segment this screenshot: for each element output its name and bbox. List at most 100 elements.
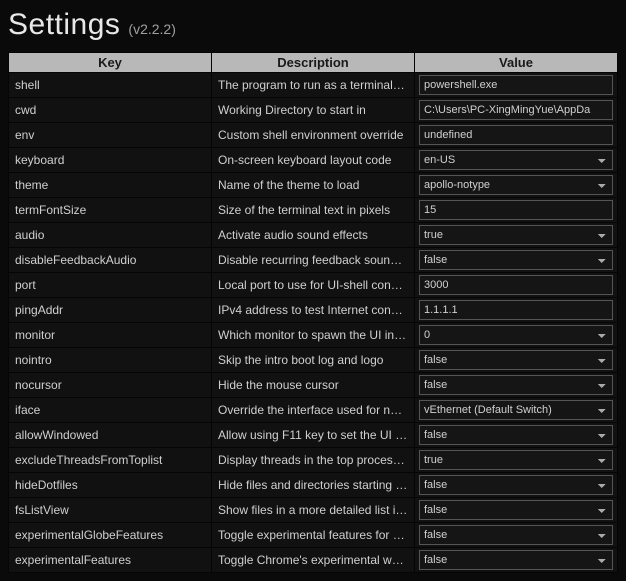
setting-key: env [9,123,212,148]
setting-value-cell: true [415,448,618,473]
setting-description: Disable recurring feedback sound FX (inp… [212,248,415,273]
setting-key: allowWindowed [9,423,212,448]
table-row: ifaceOverride the interface used for net… [9,398,618,423]
table-row: envCustom shell environment override [9,123,618,148]
setting-value-cell [415,73,618,98]
setting-select-audio[interactable]: true [419,225,613,245]
settings-table: Key Description Value shellThe program t… [8,52,618,573]
setting-select-theme[interactable]: apollo-notype [419,175,613,195]
setting-key: fsListView [9,498,212,523]
setting-value-cell [415,273,618,298]
col-description: Description [212,53,415,73]
setting-select-hideDotfiles[interactable]: false [419,475,613,495]
setting-select-fsListView[interactable]: false [419,500,613,520]
setting-value-cell: en-US [415,148,618,173]
table-row: themeName of the theme to loadapollo-not… [9,173,618,198]
table-row: experimentalGlobeFeaturesToggle experime… [9,523,618,548]
table-row: experimentalFeaturesToggle Chrome's expe… [9,548,618,573]
table-row: pingAddrIPv4 address to test Internet co… [9,298,618,323]
setting-description: Show files in a more detailed list inste… [212,498,415,523]
table-row: fsListViewShow files in a more detailed … [9,498,618,523]
setting-key: monitor [9,323,212,348]
table-row: nocursorHide the mouse cursorfalse [9,373,618,398]
setting-key: disableFeedbackAudio [9,248,212,273]
setting-input-pingAddr[interactable] [419,300,613,320]
setting-value-cell: vEthernet (Default Switch) [415,398,618,423]
setting-select-keyboard[interactable]: en-US [419,150,613,170]
table-row: excludeThreadsFromToplistDisplay threads… [9,448,618,473]
table-row: shellThe program to run as a terminal em… [9,73,618,98]
table-row: allowWindowedAllow using F11 key to set … [9,423,618,448]
page-header: Settings (v2.2.2) [8,8,618,42]
setting-select-disableFeedbackAudio[interactable]: false [419,250,613,270]
setting-select-allowWindowed[interactable]: false [419,425,613,445]
setting-value-cell: false [415,373,618,398]
setting-description: Working Directory to start in [212,98,415,123]
setting-value-cell [415,198,618,223]
setting-description: Display threads in the top processes lis… [212,448,415,473]
setting-value-cell: apollo-notype [415,173,618,198]
setting-select-iface[interactable]: vEthernet (Default Switch) [419,400,613,420]
setting-key: hideDotfiles [9,473,212,498]
setting-input-shell[interactable] [419,75,613,95]
setting-value-cell: false [415,248,618,273]
setting-key: iface [9,398,212,423]
setting-value-cell: false [415,498,618,523]
setting-description: The program to run as a terminal emulato… [212,73,415,98]
setting-description: On-screen keyboard layout code [212,148,415,173]
setting-select-excludeThreadsFromToplist[interactable]: true [419,450,613,470]
setting-key: audio [9,223,212,248]
setting-description: IPv4 address to test Internet connectivi… [212,298,415,323]
setting-value-cell: false [415,548,618,573]
setting-key: cwd [9,98,212,123]
setting-select-monitor[interactable]: 0 [419,325,613,345]
setting-description: Name of the theme to load [212,173,415,198]
setting-input-port[interactable] [419,275,613,295]
setting-description: Hide files and directories starting with… [212,473,415,498]
version-label: (v2.2.2) [128,21,175,37]
setting-description: Which monitor to spawn the UI in (defaul… [212,323,415,348]
setting-select-nointro[interactable]: false [419,350,613,370]
table-row: monitorWhich monitor to spawn the UI in … [9,323,618,348]
table-row: portLocal port to use for UI-shell conne… [9,273,618,298]
setting-key: excludeThreadsFromToplist [9,448,212,473]
setting-value-cell: true [415,223,618,248]
col-value: Value [415,53,618,73]
table-row: hideDotfilesHide files and directories s… [9,473,618,498]
table-row: cwdWorking Directory to start in [9,98,618,123]
setting-value-cell [415,123,618,148]
setting-value-cell: false [415,348,618,373]
setting-key: experimentalFeatures [9,548,212,573]
setting-key: experimentalGlobeFeatures [9,523,212,548]
setting-description: Allow using F11 key to set the UI in win… [212,423,415,448]
setting-description: Activate audio sound effects [212,223,415,248]
setting-key: termFontSize [9,198,212,223]
setting-description: Size of the terminal text in pixels [212,198,415,223]
setting-description: Custom shell environment override [212,123,415,148]
table-row: termFontSizeSize of the terminal text in… [9,198,618,223]
setting-description: Hide the mouse cursor [212,373,415,398]
setting-select-nocursor[interactable]: false [419,375,613,395]
col-key: Key [9,53,212,73]
setting-description: Local port to use for UI-shell connectio… [212,273,415,298]
setting-description: Override the interface used for network … [212,398,415,423]
table-row: keyboardOn-screen keyboard layout codeen… [9,148,618,173]
setting-select-experimentalFeatures[interactable]: false [419,550,613,570]
setting-input-cwd[interactable] [419,100,613,120]
setting-select-experimentalGlobeFeatures[interactable]: false [419,525,613,545]
setting-key: pingAddr [9,298,212,323]
setting-key: nointro [9,348,212,373]
setting-description: Skip the intro boot log and logo [212,348,415,373]
setting-input-env[interactable] [419,125,613,145]
setting-key: port [9,273,212,298]
setting-value-cell: 0 [415,323,618,348]
table-row: nointroSkip the intro boot log and logof… [9,348,618,373]
setting-key: nocursor [9,373,212,398]
page-title: Settings [8,8,120,42]
setting-key: keyboard [9,148,212,173]
setting-description: Toggle Chrome's experimental web feature… [212,548,415,573]
setting-input-termFontSize[interactable] [419,200,613,220]
setting-key: shell [9,73,212,98]
table-row: audioActivate audio sound effectstrue [9,223,618,248]
setting-value-cell: false [415,473,618,498]
